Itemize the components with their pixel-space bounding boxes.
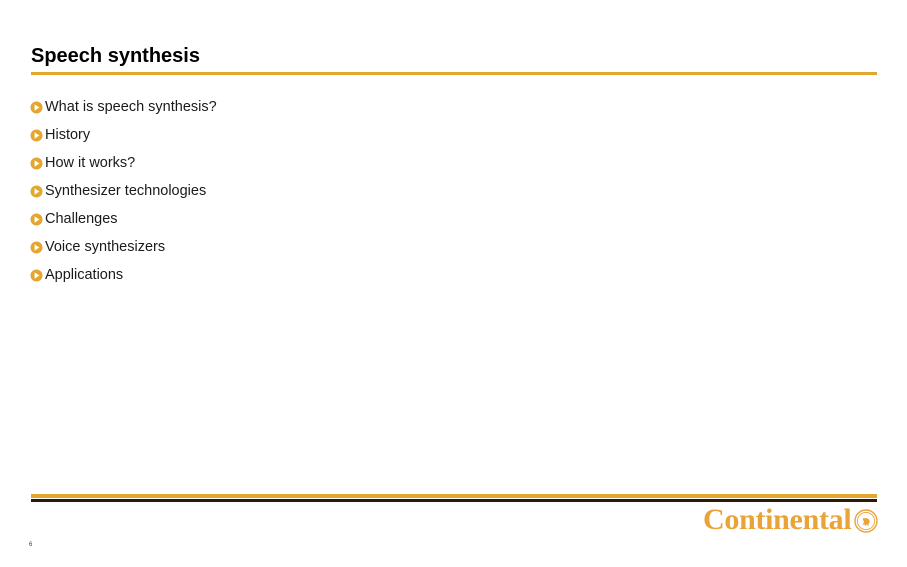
play-circle-icon — [30, 185, 43, 198]
play-circle-icon — [30, 101, 43, 114]
title-divider — [31, 72, 877, 75]
page-number: 6 — [29, 542, 33, 548]
list-item-label: What is speech synthesis? — [45, 99, 217, 115]
footer-divider-gold — [31, 494, 877, 498]
list-item-label: How it works? — [45, 155, 136, 171]
list-item: Voice synthesizers — [30, 233, 830, 261]
list-item-label: History — [45, 127, 91, 143]
play-circle-icon — [30, 241, 43, 254]
list-item-label: Challenges — [45, 211, 118, 227]
continental-horse-emblem-icon — [854, 509, 879, 533]
play-circle-icon — [30, 269, 43, 282]
list-item: What is speech synthesis? — [30, 93, 830, 121]
list-item: History — [30, 121, 830, 149]
list-item-label: Synthesizer technologies — [45, 183, 207, 199]
footer-divider-dark — [31, 499, 877, 502]
play-circle-icon — [30, 213, 43, 226]
list-item: Challenges — [30, 205, 830, 233]
list-item: Applications — [30, 261, 830, 289]
slide-canvas: Speech synthesis What is speech synthesi… — [0, 0, 907, 567]
agenda-bullet-list: What is speech synthesis? History How it… — [30, 93, 830, 289]
continental-wordmark: Continental — [703, 503, 852, 536]
list-item-label: Voice synthesizers — [45, 239, 166, 255]
page-title: Speech synthesis — [31, 45, 200, 67]
list-item: How it works? — [30, 149, 830, 177]
list-item: Synthesizer technologies — [30, 177, 830, 205]
list-item-label: Applications — [45, 267, 124, 283]
play-circle-icon — [30, 129, 43, 142]
play-circle-icon — [30, 157, 43, 170]
continental-logo: Continental — [703, 503, 879, 537]
